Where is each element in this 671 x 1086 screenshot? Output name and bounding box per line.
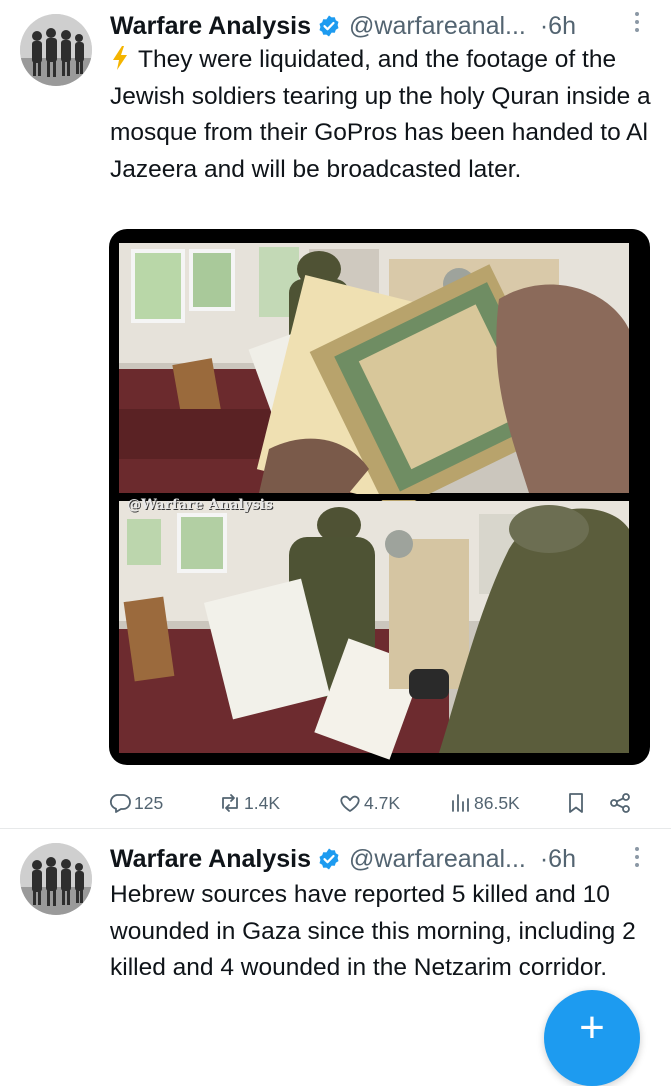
repost-count: 1.4K xyxy=(244,792,280,813)
reply-icon xyxy=(109,794,131,813)
reply-count: 125 xyxy=(134,792,164,813)
tweet-text-body: They were liquidated, and the footage of… xyxy=(110,46,651,183)
lightning-bolt-icon xyxy=(113,46,127,70)
like-count: 4.7K xyxy=(364,792,400,813)
timestamp[interactable]: ·6h xyxy=(540,845,576,874)
repost-icon xyxy=(222,794,238,812)
avatar-image xyxy=(20,843,92,915)
reply-button[interactable]: 125 xyxy=(108,786,163,820)
bookmark-icon xyxy=(569,793,583,813)
more-icon[interactable] xyxy=(633,8,641,38)
tweet-header: Warfare Analysis @warfareanal... ·6h xyxy=(110,841,660,877)
media-watermark: @Warfare Analysis xyxy=(127,497,273,513)
views-button[interactable]: 86.5K xyxy=(448,786,520,820)
avatar[interactable] xyxy=(20,14,92,86)
compose-icon: + xyxy=(579,1003,605,1052)
tweet-text: Hebrew sources have reported 5 killed an… xyxy=(110,881,636,981)
timestamp[interactable]: ·6h xyxy=(540,12,576,41)
avatar[interactable] xyxy=(20,843,92,915)
author-handle[interactable]: @warfareanal... xyxy=(349,845,526,874)
repost-button[interactable]: 1.4K xyxy=(218,786,280,820)
compose-button[interactable]: + xyxy=(544,990,640,1086)
tweet-media[interactable]: @Warfare Analysis xyxy=(109,229,650,765)
bookmark-button[interactable] xyxy=(564,786,590,820)
author-name[interactable]: Warfare Analysis xyxy=(110,845,311,874)
like-icon xyxy=(340,795,360,812)
author-name[interactable]: Warfare Analysis xyxy=(110,12,311,41)
share-icon xyxy=(610,793,630,813)
tweet-header: Warfare Analysis @warfareanal... ·6h xyxy=(110,8,660,44)
share-button[interactable] xyxy=(608,786,634,820)
verified-badge-icon xyxy=(319,15,339,37)
views-count: 86.5K xyxy=(474,792,520,813)
media-frame-top xyxy=(119,243,629,514)
media-frame-bottom xyxy=(119,501,629,760)
more-icon[interactable] xyxy=(633,843,641,873)
tweet-text: They were liquidated, and the footage of… xyxy=(110,42,655,188)
action-bar: 125 1.4K 4.7K 86.5K xyxy=(108,786,653,820)
verified-badge-icon xyxy=(319,848,339,870)
views-icon xyxy=(452,794,469,812)
avatar-image xyxy=(20,14,92,86)
tweet[interactable]: Warfare Analysis @warfareanal... ·6h The… xyxy=(0,0,671,828)
author-handle[interactable]: @warfareanal... xyxy=(349,12,526,41)
like-button[interactable]: 4.7K xyxy=(338,786,400,820)
